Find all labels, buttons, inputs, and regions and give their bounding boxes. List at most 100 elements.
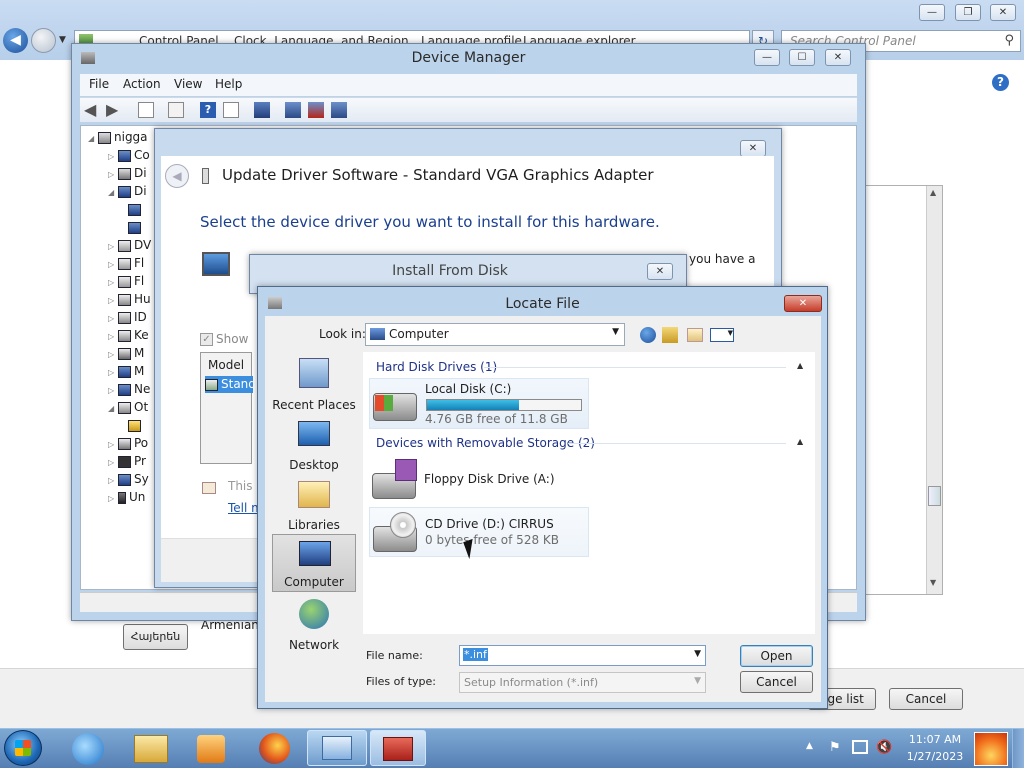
user-avatar[interactable] (974, 732, 1008, 766)
locate-file-close-button[interactable]: ✕ (784, 295, 822, 312)
tree-root[interactable]: ◢ nigga (88, 129, 158, 146)
adapter-icon (205, 378, 218, 391)
group-removable-storage[interactable]: Devices with Removable Storage (2) (376, 436, 595, 450)
place-desktop[interactable]: Desktop (272, 416, 356, 474)
update-driver-title: Update Driver Software - Standard VGA Gr… (222, 166, 654, 184)
uninstall-icon[interactable] (308, 102, 324, 118)
properties-icon[interactable] (168, 102, 184, 118)
file-name-dropdown-icon[interactable]: ▼ (694, 649, 701, 659)
new-folder-icon[interactable] (687, 328, 703, 342)
forward-button[interactable] (31, 28, 56, 53)
back-button[interactable]: ◀ (3, 28, 28, 53)
libraries-icon (298, 481, 330, 508)
group-hard-disk-drives[interactable]: Hard Disk Drives (1) (376, 360, 497, 374)
keyboard-icon (118, 329, 131, 342)
drive-a[interactable]: Floppy Disk Drive (A:) (369, 455, 589, 503)
tree-item-display-child-2[interactable] (128, 219, 154, 236)
show-desktop-button[interactable] (1012, 729, 1024, 768)
computer-large-icon (299, 541, 331, 566)
tray-time[interactable]: 11:07 AM (900, 733, 970, 746)
wizard-device-icon (202, 168, 209, 184)
tree-root-label: nigga (114, 130, 148, 144)
go-back-icon[interactable] (640, 327, 656, 343)
network-tray-icon[interactable] (852, 740, 868, 754)
menu-file[interactable]: File (89, 77, 109, 91)
forward-arrow-icon[interactable]: ▶ (106, 100, 118, 119)
view-menu-icon[interactable]: ▼ (710, 328, 734, 342)
drive-a-name: Floppy Disk Drive (A:) (424, 472, 555, 486)
menu-help[interactable]: Help (215, 77, 242, 91)
armenian-keyboard-button[interactable]: Հայերեն (123, 624, 188, 650)
place-computer[interactable]: Computer (272, 534, 356, 592)
install-from-disk-close-button[interactable]: ✕ (647, 263, 673, 280)
model-list[interactable]: Model Stand (200, 352, 253, 464)
firefox-taskbar-icon[interactable] (259, 733, 290, 764)
enable-device-icon[interactable] (331, 102, 347, 118)
files-of-type-dropdown-icon[interactable]: ▼ (694, 676, 701, 686)
look-in-select[interactable]: Computer ▼ (365, 323, 625, 346)
up-one-level-icon[interactable] (662, 327, 678, 343)
tree-item-display-child-1[interactable] (128, 201, 154, 218)
look-in-dropdown-icon[interactable]: ▼ (612, 327, 619, 337)
menu-action[interactable]: Action (123, 77, 161, 91)
explorer-minimize-button[interactable]: — (919, 4, 945, 21)
scan-hardware-icon[interactable] (254, 102, 270, 118)
driver-signed-text: This (228, 479, 253, 493)
place-network-label: Network (288, 638, 340, 652)
dm-close-button[interactable]: ✕ (825, 49, 851, 66)
explorer-restore-button[interactable]: ❐ (955, 4, 981, 21)
tray-date[interactable]: 1/27/2023 (900, 750, 970, 763)
drive-c[interactable]: Local Disk (C:) 4.76 GB free of 11.8 GB (369, 378, 589, 429)
explorer-taskbar-icon[interactable] (134, 735, 168, 763)
cd-disc-icon (390, 512, 416, 538)
control-panel-taskbar-button[interactable] (307, 730, 367, 766)
menu-view[interactable]: View (174, 77, 202, 91)
collapse-hdd-icon[interactable]: ▲ (797, 361, 803, 370)
list-scrollbar[interactable]: ▲ ▼ (926, 186, 942, 594)
media-player-taskbar-icon[interactable] (197, 735, 225, 763)
model-item-selected[interactable]: Stand (205, 376, 253, 393)
display-adapter-icon (128, 203, 141, 216)
port-icon (118, 437, 131, 450)
open-button[interactable]: Open (740, 645, 813, 667)
back-arrow-icon[interactable]: ◀ (84, 100, 96, 119)
device-manager-taskbar-button[interactable] (370, 730, 426, 766)
place-network[interactable]: Network (272, 596, 356, 654)
place-recent[interactable]: Recent Places (272, 356, 356, 414)
volume-muted-icon[interactable]: 🔇 (876, 740, 892, 755)
drive-c-free: 4.76 GB free of 11.8 GB (425, 412, 568, 426)
collapse-removable-icon[interactable]: ▲ (797, 437, 803, 446)
show-hidden-icons[interactable]: ▲ (806, 741, 813, 751)
ie-taskbar-icon[interactable] (72, 733, 104, 765)
scroll-up-icon[interactable]: ▲ (930, 188, 936, 197)
group-hdd-divider (484, 367, 786, 368)
locate-cancel-button[interactable]: Cancel (740, 671, 813, 693)
files-of-type-select[interactable]: Setup Information (*.inf) ▼ (459, 672, 706, 693)
locate-file-title: Locate File (505, 296, 580, 312)
view-icon[interactable] (223, 102, 239, 118)
scroll-down-icon[interactable]: ▼ (930, 578, 936, 587)
model-item-label: Stand (221, 377, 253, 391)
update-driver-close-button[interactable]: ✕ (740, 140, 766, 157)
drive-d[interactable]: CD Drive (D:) CIRRUS 0 bytes free of 528… (369, 507, 589, 557)
action-center-flag-icon[interactable]: ⚑ (829, 740, 841, 755)
recent-pages-icon[interactable]: ▼ (59, 35, 66, 45)
update-driver-icon[interactable] (285, 102, 301, 118)
explorer-cancel-button[interactable]: Cancel (889, 688, 963, 710)
collapse-icon[interactable]: ◢ (88, 130, 98, 146)
dm-maximize-button[interactable]: ☐ (789, 49, 815, 66)
show-hide-console-icon[interactable] (138, 102, 154, 118)
group-removable-divider (568, 443, 786, 444)
place-libraries[interactable]: Libraries (272, 476, 356, 534)
place-libraries-label: Libraries (288, 518, 340, 532)
help-toolbar-icon[interactable]: ? (200, 102, 216, 118)
file-name-input[interactable]: *.inf ▼ (459, 645, 706, 666)
dm-minimize-button[interactable]: — (754, 49, 780, 66)
scroll-thumb[interactable] (928, 486, 941, 506)
help-icon[interactable]: ? (992, 74, 1009, 91)
wizard-back-button[interactable]: ◀ (165, 164, 189, 188)
show-compatible-checkbox[interactable]: ✓ (200, 333, 213, 346)
explorer-close-button[interactable]: ✕ (990, 4, 1016, 21)
monitor-icon (118, 365, 131, 378)
model-column-header[interactable]: Model (208, 358, 244, 372)
